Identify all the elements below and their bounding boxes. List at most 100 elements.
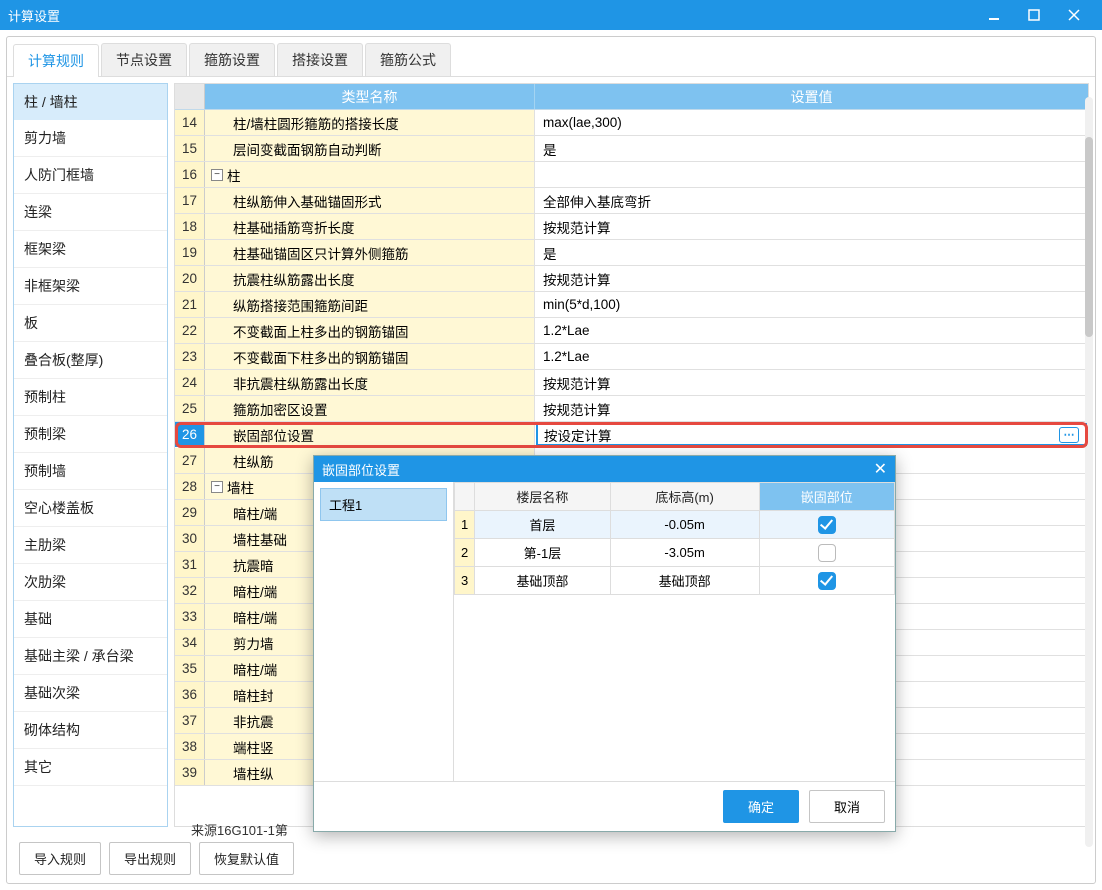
sidebar-item-6[interactable]: 板: [14, 305, 167, 342]
row-number: 38: [175, 734, 205, 759]
sidebar-item-15[interactable]: 基础主梁 / 承台梁: [14, 638, 167, 675]
row-number: 23: [175, 344, 205, 369]
grid-row[interactable]: 25箍筋加密区设置按规范计算: [175, 396, 1088, 422]
type-name-cell: 不变截面下柱多出的钢筋锚固: [205, 344, 535, 369]
row-number: 25: [175, 396, 205, 421]
type-name-cell: 不变截面上柱多出的钢筋锚固: [205, 318, 535, 343]
maximize-button[interactable]: [1014, 0, 1054, 30]
sidebar-item-14[interactable]: 基础: [14, 601, 167, 638]
dialog-close-button[interactable]: ✕: [874, 459, 887, 479]
row-number: 30: [175, 526, 205, 551]
close-button[interactable]: [1054, 0, 1094, 30]
grid-corner: [175, 84, 205, 109]
sidebar-item-8[interactable]: 预制柱: [14, 379, 167, 416]
type-name-cell: −柱: [205, 162, 535, 187]
grid-row[interactable]: 18柱基础插筋弯折长度按规范计算: [175, 214, 1088, 240]
value-cell[interactable]: 是: [535, 240, 1088, 265]
fixed-cell[interactable]: [759, 539, 894, 567]
collapse-icon[interactable]: −: [211, 169, 223, 181]
value-cell[interactable]: 1.2*Lae: [535, 318, 1088, 343]
row-number: 31: [175, 552, 205, 577]
col-fixed: 嵌固部位: [759, 483, 894, 511]
sidebar-item-5[interactable]: 非框架梁: [14, 268, 167, 305]
grid-row[interactable]: 26嵌固部位设置按设定计算⋯: [175, 422, 1088, 448]
sidebar-item-18[interactable]: 其它: [14, 749, 167, 786]
fixed-cell[interactable]: [759, 567, 894, 595]
grid-row[interactable]: 20抗震柱纵筋露出长度按规范计算: [175, 266, 1088, 292]
value-cell[interactable]: max(lae,300): [535, 110, 1088, 135]
value-cell[interactable]: 按规范计算: [535, 214, 1088, 239]
minimize-button[interactable]: [974, 0, 1014, 30]
grid-row[interactable]: 14柱/墙柱圆形箍筋的搭接长度max(lae,300): [175, 110, 1088, 136]
collapse-icon[interactable]: −: [211, 481, 223, 493]
sidebar-item-1[interactable]: 剪力墙: [14, 120, 167, 157]
tab-4[interactable]: 箍筋公式: [365, 43, 451, 76]
fixed-checkbox[interactable]: [818, 572, 836, 590]
import-rules-button[interactable]: 导入规则: [19, 842, 101, 875]
value-cell[interactable]: 按规范计算: [535, 370, 1088, 395]
sidebar-item-13[interactable]: 次肋梁: [14, 564, 167, 601]
value-cell[interactable]: 全部伸入基底弯折: [535, 188, 1088, 213]
export-rules-button[interactable]: 导出规则: [109, 842, 191, 875]
row-number: 20: [175, 266, 205, 291]
floor-row[interactable]: 1首层-0.05m: [455, 511, 895, 539]
row-number: 27: [175, 448, 205, 473]
ok-button[interactable]: 确定: [723, 790, 799, 823]
reset-defaults-button[interactable]: 恢复默认值: [199, 842, 294, 875]
row-number: 39: [175, 760, 205, 785]
type-name-cell: 柱/墙柱圆形箍筋的搭接长度: [205, 110, 535, 135]
fixed-checkbox[interactable]: [818, 516, 836, 534]
row-number: 15: [175, 136, 205, 161]
floor-name-cell: 基础顶部: [475, 567, 610, 595]
project-node[interactable]: 工程1: [320, 488, 447, 521]
grid-row[interactable]: 19柱基础锚固区只计算外侧箍筋是: [175, 240, 1088, 266]
floor-row[interactable]: 2第-1层-3.05m: [455, 539, 895, 567]
value-cell[interactable]: [535, 162, 1088, 187]
dialog-titlebar: 嵌固部位设置 ✕: [314, 456, 895, 482]
value-cell[interactable]: 1.2*Lae: [535, 344, 1088, 369]
sidebar-item-10[interactable]: 预制墙: [14, 453, 167, 490]
value-cell[interactable]: 按设定计算⋯: [536, 423, 1087, 446]
sidebar-item-0[interactable]: 柱 / 墙柱: [13, 83, 168, 121]
grid-row[interactable]: 16−柱: [175, 162, 1088, 188]
sidebar-item-2[interactable]: 人防门框墙: [14, 157, 167, 194]
cancel-button[interactable]: 取消: [809, 790, 885, 823]
sidebar-item-17[interactable]: 砌体结构: [14, 712, 167, 749]
tab-1[interactable]: 节点设置: [101, 43, 187, 76]
fixed-cell[interactable]: [759, 511, 894, 539]
sidebar-item-9[interactable]: 预制梁: [14, 416, 167, 453]
tab-3[interactable]: 搭接设置: [277, 43, 363, 76]
sidebar-item-3[interactable]: 连梁: [14, 194, 167, 231]
floor-row[interactable]: 3基础顶部基础顶部: [455, 567, 895, 595]
sidebar-item-7[interactable]: 叠合板(整厚): [14, 342, 167, 379]
row-number: 16: [175, 162, 205, 187]
value-cell[interactable]: min(5*d,100): [535, 292, 1088, 317]
elevation-cell: -0.05m: [610, 511, 759, 539]
value-cell[interactable]: 按规范计算: [535, 396, 1088, 421]
tab-2[interactable]: 箍筋设置: [189, 43, 275, 76]
sidebar-item-11[interactable]: 空心楼盖板: [14, 490, 167, 527]
open-picker-button[interactable]: ⋯: [1059, 427, 1079, 443]
tab-bar: 计算规则节点设置箍筋设置搭接设置箍筋公式: [7, 37, 1095, 77]
scrollbar[interactable]: [1085, 97, 1093, 847]
project-tree: 工程1: [314, 482, 454, 781]
value-cell[interactable]: 按规范计算: [535, 266, 1088, 291]
sidebar-item-4[interactable]: 框架梁: [14, 231, 167, 268]
sidebar-item-12[interactable]: 主肋梁: [14, 527, 167, 564]
grid-row[interactable]: 21纵筋搭接范围箍筋间距min(5*d,100): [175, 292, 1088, 318]
type-name-cell: 纵筋搭接范围箍筋间距: [205, 292, 535, 317]
titlebar: 计算设置: [0, 0, 1102, 30]
grid-row[interactable]: 15层间变截面钢筋自动判断是: [175, 136, 1088, 162]
grid-row[interactable]: 17柱纵筋伸入基础锚固形式全部伸入基底弯折: [175, 188, 1088, 214]
grid-row[interactable]: 24非抗震柱纵筋露出长度按规范计算: [175, 370, 1088, 396]
fixed-checkbox[interactable]: [818, 544, 836, 562]
scrollbar-thumb[interactable]: [1085, 137, 1093, 337]
row-number: 17: [175, 188, 205, 213]
window-title: 计算设置: [8, 6, 974, 25]
grid-row[interactable]: 23不变截面下柱多出的钢筋锚固1.2*Lae: [175, 344, 1088, 370]
type-name-cell: 柱基础插筋弯折长度: [205, 214, 535, 239]
value-cell[interactable]: 是: [535, 136, 1088, 161]
grid-row[interactable]: 22不变截面上柱多出的钢筋锚固1.2*Lae: [175, 318, 1088, 344]
sidebar-item-16[interactable]: 基础次梁: [14, 675, 167, 712]
tab-0[interactable]: 计算规则: [13, 44, 99, 77]
